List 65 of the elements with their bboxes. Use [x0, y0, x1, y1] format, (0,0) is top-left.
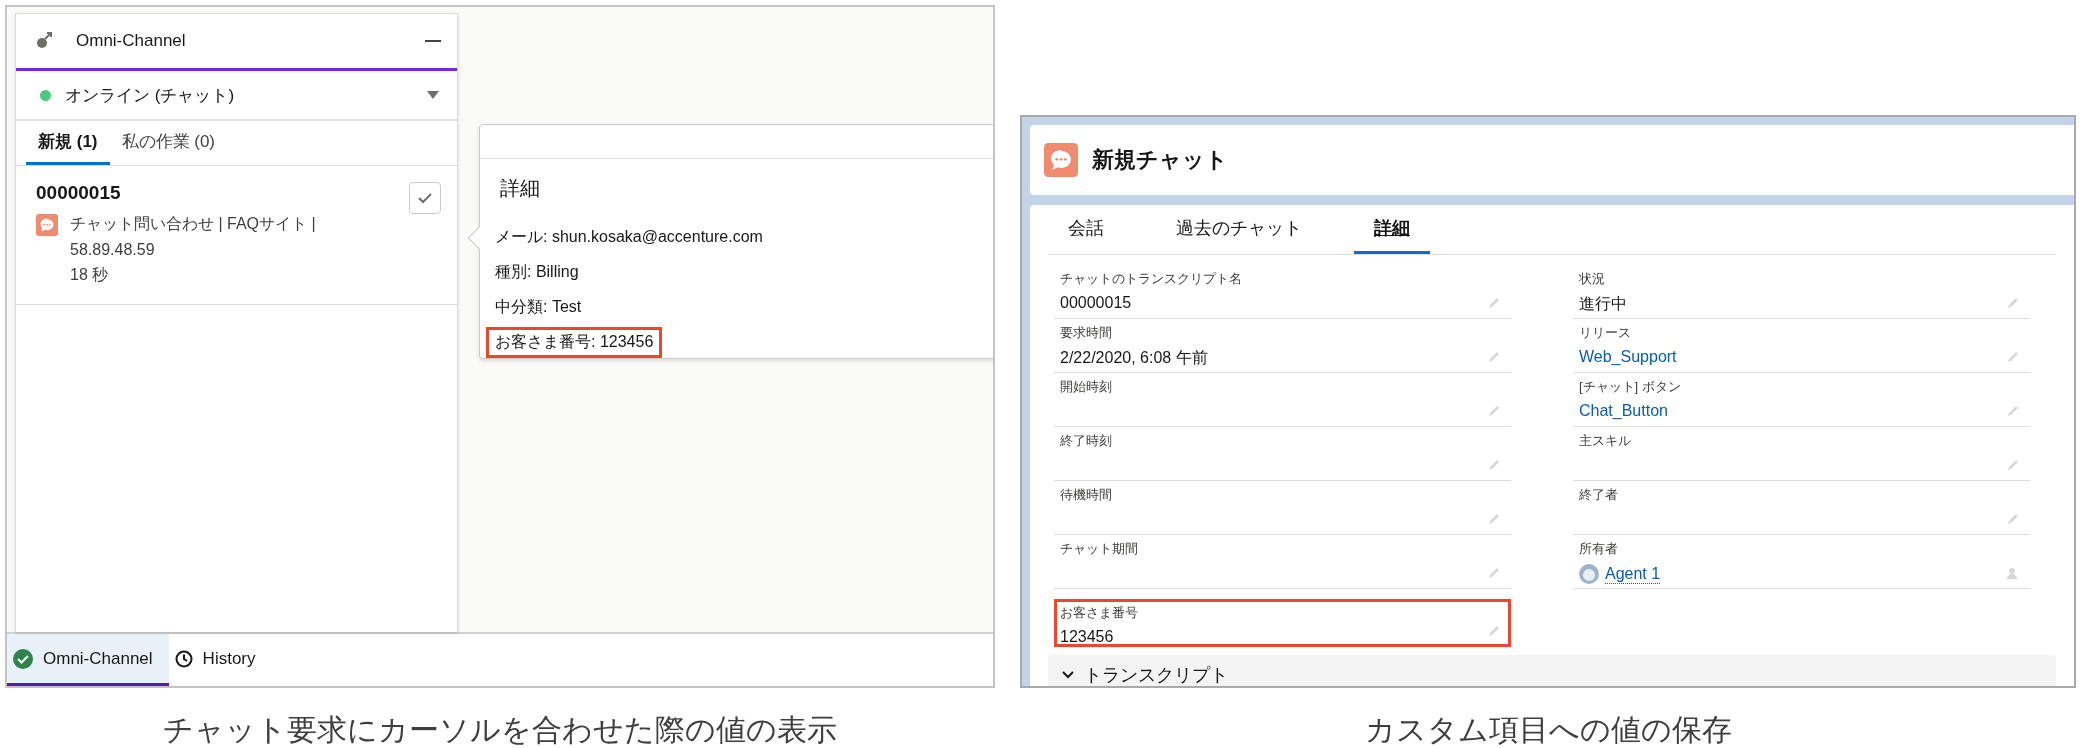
panel-tab[interactable]: 私の作業 (0) — [109, 121, 227, 165]
check-circle-icon — [13, 648, 33, 669]
pencil-icon[interactable] — [2006, 350, 2020, 364]
pencil-icon[interactable] — [1487, 512, 1501, 526]
figure-caption: チャット要求にカーソルを合わせた際の値の表示 — [163, 712, 837, 748]
record-tab[interactable]: 会話 — [1048, 205, 1124, 254]
field-label: リリース — [1579, 324, 1631, 342]
pencil-icon[interactable] — [1487, 296, 1501, 310]
chat-icon — [1044, 143, 1078, 177]
field-value: 123456 — [1060, 628, 1114, 646]
pencil-icon[interactable] — [2006, 458, 2020, 472]
field-value: 2/22/2020, 6:08 午前 — [1060, 348, 1208, 368]
field-value: 進行中 — [1579, 294, 1627, 314]
field-label: チャットのトランスクリプト名 — [1060, 270, 1242, 288]
field-value: 00000015 — [1060, 294, 1132, 312]
field-label: お客さま番号 — [1060, 604, 1138, 622]
figure-caption: カスタム項目への値の保存 — [1364, 712, 1732, 748]
section-header[interactable]: トランスクリプト — [1048, 655, 2056, 686]
field-label: 待機時間 — [1060, 486, 1112, 504]
status-dropdown[interactable]: オンライン (チャット) — [16, 71, 457, 121]
field-label: 終了時刻 — [1060, 432, 1112, 450]
popover-detail: お客さま番号: 123456 — [486, 327, 663, 358]
caret-icon — [427, 91, 439, 99]
owner-link[interactable]: Agent 1 — [1605, 564, 1661, 584]
field-label: 要求時間 — [1060, 324, 1112, 342]
record-title: 新規チャット — [1092, 146, 1228, 174]
chat-icon — [36, 214, 58, 236]
field-label: 終了者 — [1579, 486, 1618, 504]
panel-tab[interactable]: 新規 (1) — [26, 121, 110, 165]
work-item-detail: 18 秒 — [70, 265, 110, 285]
work-item-detail: 58.89.48.59 — [70, 241, 156, 259]
field-label: 主スキル — [1579, 432, 1631, 450]
field-label: 所有者 — [1579, 540, 1618, 558]
pencil-icon[interactable] — [2006, 512, 2020, 526]
check-icon — [418, 192, 432, 204]
minimize-icon[interactable] — [425, 39, 441, 43]
field-link[interactable]: Chat_Button — [1579, 402, 1668, 420]
field-label: 状況 — [1579, 270, 1605, 288]
field-link[interactable]: Web_Support — [1579, 348, 1677, 366]
record-tab[interactable]: 詳細 — [1354, 205, 1430, 254]
panel-title: Omni-Channel — [76, 31, 187, 51]
clock-icon — [174, 649, 193, 668]
field-label: チャット期間 — [1060, 540, 1138, 558]
pencil-icon[interactable] — [2006, 404, 2020, 418]
work-item-detail: チャット問い合わせ | FAQサイト | — [70, 214, 316, 234]
field-label: 開始時刻 — [1060, 378, 1112, 396]
utility-tab[interactable]: Omni-Channel — [7, 634, 169, 686]
omni-channel-icon — [34, 31, 54, 51]
pencil-icon[interactable] — [1487, 566, 1501, 580]
popover-detail: メール: shun.kosaka@accenture.com — [494, 227, 764, 247]
change-owner-icon[interactable] — [2006, 566, 2020, 580]
popover-detail: 中分類: Test — [494, 297, 583, 317]
field-label: [チャット] ボタン — [1579, 378, 1681, 396]
avatar-icon — [1579, 564, 1599, 584]
pencil-icon[interactable] — [1487, 624, 1501, 638]
popover-detail: 種別: Billing — [494, 262, 580, 282]
pencil-icon[interactable] — [1487, 458, 1501, 472]
pencil-icon[interactable] — [1487, 404, 1501, 418]
pencil-icon[interactable] — [2006, 296, 2020, 310]
work-item-title[interactable]: 00000015 — [36, 182, 121, 204]
pencil-icon[interactable] — [1487, 350, 1501, 364]
accept-button[interactable] — [409, 182, 441, 214]
popover-title: 詳細 — [500, 176, 540, 201]
chevron-icon — [1062, 671, 1074, 679]
record-tab[interactable]: 過去のチャット — [1156, 205, 1322, 254]
